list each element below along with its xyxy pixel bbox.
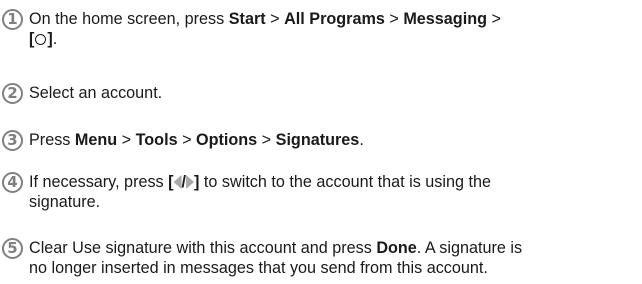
step-2-line-1: Select an account.	[29, 84, 163, 102]
step-5-line-2: no longer inserted in messages that you …	[29, 259, 488, 277]
step-4-line-1: If necessary, press [/] to switch to the…	[29, 173, 491, 191]
right-key-icon	[186, 175, 195, 189]
step-number-5: 5	[2, 238, 23, 259]
step-4-text: If necessary, press [/] to switch to the…	[29, 172, 629, 212]
step-1-text: On the home screen, press Start > All Pr…	[29, 9, 629, 49]
circle-key-icon	[35, 34, 47, 45]
step-3-line-1: Press Menu > Tools > Options > Signature…	[29, 131, 364, 149]
step-3-text: Press Menu > Tools > Options > Signature…	[29, 130, 629, 150]
step-4-line-2: signature.	[29, 193, 101, 211]
left-key-icon	[173, 175, 182, 189]
step-number-4: 4	[2, 172, 23, 193]
step-2-text: Select an account.	[29, 83, 629, 103]
step-number-1: 1	[2, 9, 23, 30]
step-1-line-2: [].	[29, 30, 58, 48]
instruction-steps: 1 On the home screen, press Start > All …	[0, 0, 642, 284]
step-number-2: 2	[2, 83, 23, 104]
step-5-line-1: Clear Use signature with this account an…	[29, 239, 523, 257]
step-5-text: Clear Use signature with this account an…	[29, 238, 629, 278]
step-1-line-1: On the home screen, press Start > All Pr…	[29, 10, 501, 28]
step-number-3: 3	[2, 130, 23, 151]
